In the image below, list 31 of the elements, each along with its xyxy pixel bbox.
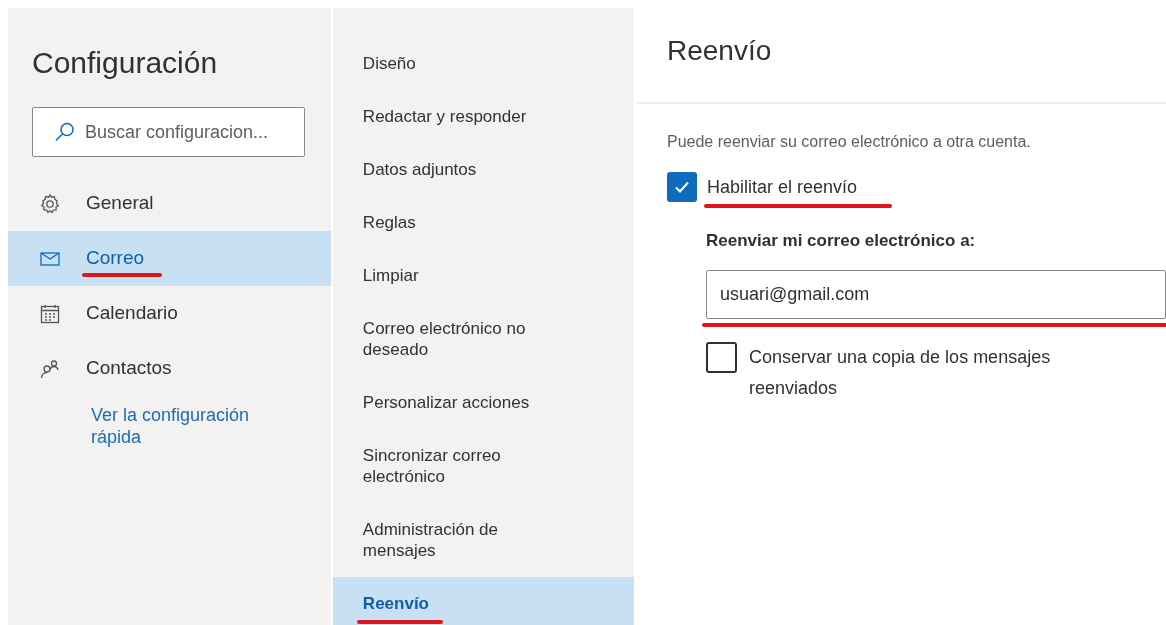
submenu-item[interactable]: Sincronizar correo electrónico bbox=[332, 429, 635, 503]
submenu-item[interactable]: Redactar y responder bbox=[332, 90, 635, 143]
nav-label: Contactos bbox=[86, 356, 172, 381]
search-box[interactable]: Buscar configuracion... bbox=[32, 107, 305, 157]
quick-settings-link[interactable]: Ver la configuración rápida bbox=[91, 404, 286, 448]
submenu-item[interactable]: Administración de mensajes bbox=[332, 503, 635, 577]
checkbox-label: Habilitar el reenvío bbox=[707, 175, 858, 199]
nav-item[interactable]: Correo bbox=[8, 231, 331, 286]
description-text: Puede reenviar su correo electrónico a otra cuenta. bbox=[667, 132, 1032, 152]
submenu-item[interactable]: Diseño bbox=[332, 37, 635, 90]
submenu-item[interactable]: Correo electrónico no deseado bbox=[332, 302, 635, 376]
field-label: Reenviar mi correo electrónico a: bbox=[706, 230, 977, 252]
nav-label: General bbox=[86, 191, 154, 216]
submenu-item[interactable]: Reglas bbox=[332, 196, 635, 249]
submenu-item[interactable]: Limpiar bbox=[332, 249, 635, 302]
checkbox[interactable] bbox=[706, 341, 737, 373]
settings-title: Configuración bbox=[32, 45, 219, 81]
checkbox[interactable] bbox=[667, 172, 697, 202]
submenu-item[interactable]: Personalizar acciones bbox=[332, 376, 635, 429]
checkbox-label: Conservar una copia de los mensajes reenviados bbox=[749, 345, 1052, 400]
search-icon bbox=[53, 120, 77, 144]
submenu-item[interactable]: Reenvío bbox=[332, 577, 635, 625]
search-field[interactable]: Buscar configuracion... bbox=[85, 118, 295, 146]
nav-item[interactable]: General bbox=[8, 176, 331, 231]
email-field[interactable]: usuari@gmail.com bbox=[706, 269, 1166, 319]
nav-label: Correo bbox=[86, 246, 145, 271]
nav-label: Calendario bbox=[86, 301, 178, 326]
page-title: Reenvío bbox=[667, 34, 772, 68]
submenu-item[interactable]: Datos adjuntos bbox=[332, 143, 635, 196]
nav-item[interactable]: Calendario bbox=[8, 286, 331, 341]
nav-item[interactable]: Contactos bbox=[8, 341, 331, 396]
